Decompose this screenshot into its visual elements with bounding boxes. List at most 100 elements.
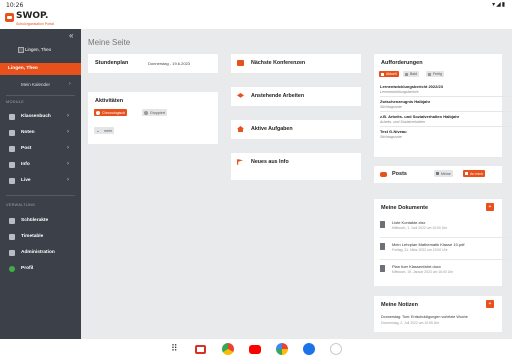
section-label-module: MODULE <box>6 100 25 104</box>
filter-aktuell[interactable]: Aktuell <box>379 71 399 77</box>
brand-name: SWOP. <box>16 11 49 21</box>
person-icon <box>465 171 468 175</box>
book-icon <box>9 114 15 120</box>
sidebar-item-noten[interactable]: Noten › <box>0 127 81 139</box>
document-date: Freitag, 31. März 2022 um 19:00 Uhr <box>392 248 448 252</box>
note-text[interactable]: Donnerstag: Tom: Entschuldigungen vorlet… <box>381 315 468 319</box>
checkbox-icon <box>381 72 384 76</box>
section-label-verwaltung: VERWALTUNG <box>6 203 36 207</box>
neues-aus-info-card[interactable]: Neues aus Info <box>231 153 361 180</box>
timetable-icon <box>9 234 15 240</box>
chevron-down-icon: ⌄ <box>96 127 100 133</box>
document-row[interactable]: Mein Lehrplan Mathematik Klasse 10.pdf F… <box>378 239 512 258</box>
divider <box>6 195 75 196</box>
add-note-button[interactable]: + <box>486 300 494 308</box>
list-item[interactable]: z.B. Arbeits- und Sozialverhalten Halbja… <box>380 114 459 124</box>
sidebar-item-live[interactable]: Live › <box>0 175 81 187</box>
sidebar-item-user[interactable]: Lingen, Theo <box>0 63 81 75</box>
swop-logo-icon <box>5 13 14 22</box>
divider <box>6 95 75 96</box>
chip-label: Chronologisch <box>102 110 125 115</box>
aktive-aufgaben-card[interactable]: Aktive Aufgaben <box>231 120 361 139</box>
document-name: Mein Lehrplan Mathematik Klasse 10.pdf <box>392 242 465 247</box>
divider <box>380 111 512 112</box>
admin-icon <box>9 250 15 256</box>
avatar <box>18 47 24 53</box>
sidebar: « Lingen, Theo Lingen, Theo Mein Kalende… <box>0 29 81 339</box>
chip-gruppiert[interactable]: Gruppiert <box>142 109 167 116</box>
sidebar-item-timetable[interactable]: Timetable <box>0 231 81 243</box>
sidebar-item-klassenbuch[interactable]: Klassenbuch › <box>0 111 81 123</box>
graduation-cap-icon <box>237 93 244 98</box>
info-icon <box>9 162 15 168</box>
sidebar-item-label: Live <box>21 178 31 183</box>
sidebar-item-profil[interactable]: Profil <box>0 263 81 275</box>
chip-label: Aktuell <box>386 72 397 77</box>
list-item[interactable]: Test G-Niveau Stichtagsnote <box>380 129 407 139</box>
file-icon <box>380 243 385 250</box>
sidebar-item-label: Info <box>21 162 30 167</box>
sidebar-item-administration[interactable]: Administration <box>0 247 81 259</box>
collapse-sidebar-icon[interactable]: « <box>69 31 73 40</box>
card-title: Aufforderungen <box>381 60 423 66</box>
sidebar-item-label: Schülerakte <box>21 218 49 223</box>
mail-icon <box>9 146 15 152</box>
folder-icon <box>9 218 15 224</box>
document-date: Mittwoch, 19. Januar 2023 um 16:00 Uhr <box>392 270 454 274</box>
document-row[interactable]: Liste Kontakte.xlsx Mittwoch, 1. Juni 20… <box>378 217 512 236</box>
photos-icon[interactable] <box>276 343 288 355</box>
apps-grid-icon[interactable]: ⠿ <box>171 344 178 353</box>
file-icon <box>380 265 385 272</box>
sidebar-item-schuelerakte[interactable]: Schülerakte <box>0 215 81 227</box>
item-title: Test G-Niveau <box>380 129 407 134</box>
stundenplan-card[interactable]: Stundenplan Donnerstag - 19.6.2023 <box>88 54 218 73</box>
edit-documents-button[interactable]: + <box>486 203 494 211</box>
chrome-icon[interactable] <box>222 343 234 355</box>
chevron-right-icon: › <box>67 177 69 183</box>
chip-chronologisch[interactable]: Chronologisch <box>94 109 127 116</box>
posts-filter-meine[interactable]: Meine <box>434 170 453 177</box>
item-title: Lernentwicklungsbericht 2022/23 <box>380 84 443 89</box>
sidebar-item-post[interactable]: Post › <box>0 143 81 155</box>
divider <box>380 96 512 97</box>
note-date: Donnerstag, 2. Juli 2022 um 10:55 Uhr <box>381 321 440 325</box>
item-title: z.B. Arbeits- und Sozialverhalten Halbja… <box>380 114 460 119</box>
sidebar-calendar-label: Mein Kalender <box>21 82 51 87</box>
youtube-icon[interactable] <box>249 345 261 354</box>
posts-card: Posts Meine An mich <box>374 166 502 183</box>
filter-fertig[interactable]: Fertig <box>426 71 444 77</box>
item-subtitle: Stichtagsnote <box>380 134 402 139</box>
filter-bald[interactable]: Bald <box>403 71 420 77</box>
meine-notizen-card: Meine Notizen + Donnerstag: Tom: Entschu… <box>374 296 502 332</box>
segment-label: An mich <box>470 171 483 176</box>
divider <box>380 126 512 127</box>
posts-filter-an-mich[interactable]: An mich <box>463 170 485 177</box>
card-label: Neues aus Info <box>251 159 289 165</box>
document-name: Plan fuer Klassenfahrt.docx <box>392 264 441 269</box>
system-status-icons: ▾◢▮ <box>492 2 506 8</box>
document-row[interactable]: Plan fuer Klassenfahrt.docx Mittwoch, 19… <box>378 261 512 280</box>
page-title: Meine Seite <box>88 38 131 47</box>
video-icon <box>237 60 244 66</box>
sidebar-item-info[interactable]: Info › <box>0 159 81 171</box>
list-item[interactable]: Lernentwicklungsbericht 2022/23 Lernentw… <box>380 84 443 94</box>
card-label: Nächste Konferenzen <box>251 60 306 66</box>
more-button[interactable]: ⌄ mehr <box>94 127 115 134</box>
brand-tagline: Schulorganisation Portal <box>16 22 54 26</box>
more-label: mehr <box>104 128 113 133</box>
chevron-right-icon: › <box>67 145 69 151</box>
status-bar: 10:26 ▾◢▮ <box>0 0 512 11</box>
grades-icon <box>9 130 15 136</box>
gmail-icon[interactable] <box>195 345 206 354</box>
card-title: Meine Dokumente <box>381 205 429 211</box>
file-icon <box>380 221 385 228</box>
card-title: Stundenplan <box>95 60 129 66</box>
chevron-right-icon: › <box>69 81 71 87</box>
anstehende-arbeiten-card[interactable]: Anstehende Arbeiten <box>231 87 361 106</box>
sidebar-item-calendar[interactable]: Mein Kalender › <box>0 80 81 90</box>
messages-icon[interactable] <box>303 343 315 355</box>
list-item[interactable]: Zwischenzeugnis Halbjahr Stichtagsnote <box>380 99 430 109</box>
naechste-konferenzen-card[interactable]: Nächste Konferenzen <box>231 54 361 73</box>
chat-bubbles-icon <box>380 172 387 177</box>
swop-app-icon[interactable] <box>330 343 342 355</box>
